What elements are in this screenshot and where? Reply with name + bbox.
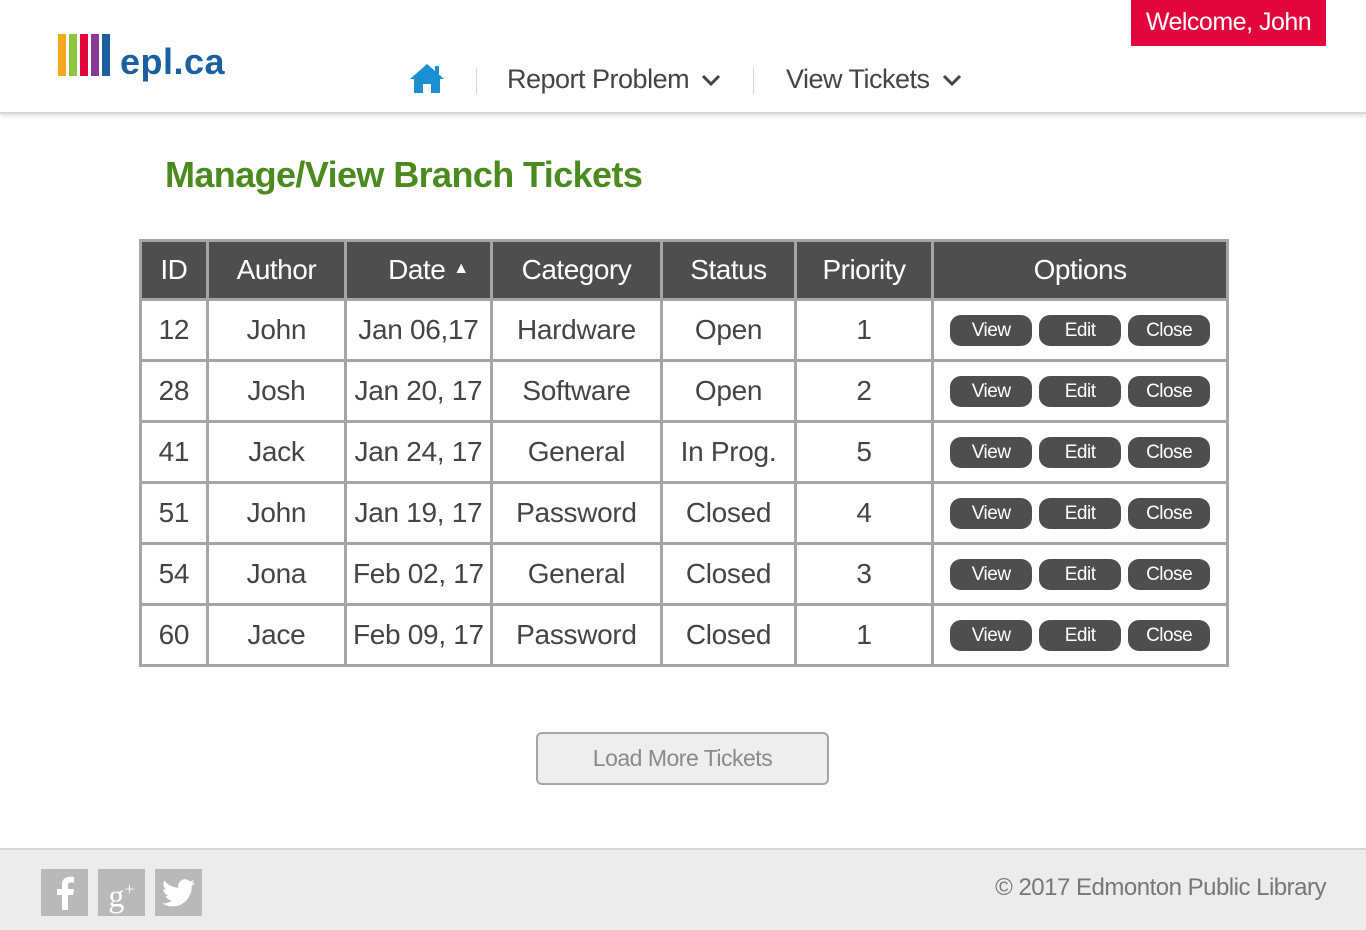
cell-status: Open bbox=[660, 359, 797, 423]
cell-options: View Edit Close bbox=[931, 603, 1229, 667]
cell-date: Feb 09, 17 bbox=[344, 603, 493, 667]
close-ticket-button[interactable]: Close bbox=[1128, 436, 1211, 468]
cell-status: Open bbox=[660, 298, 797, 362]
cell-options: View Edit Close bbox=[931, 420, 1229, 484]
cell-id: 12 bbox=[139, 298, 209, 362]
cell-id: 28 bbox=[139, 359, 209, 423]
cell-date: Jan 20, 17 bbox=[344, 359, 493, 423]
google-plus-icon[interactable]: g+ bbox=[98, 869, 145, 916]
table-row: 60 Jace Feb 09, 17 Password Closed 1 View Edit C… bbox=[139, 603, 1229, 667]
close-ticket-button[interactable]: Close bbox=[1128, 558, 1211, 590]
cell-priority: 2 bbox=[793, 359, 935, 423]
column-header-category[interactable]: Category bbox=[489, 239, 664, 301]
view-ticket-button[interactable]: View bbox=[950, 619, 1033, 651]
site-footer: g+ © 2017 Edmonton Public Library bbox=[0, 848, 1366, 930]
chevron-down-icon bbox=[942, 74, 961, 86]
column-header-id[interactable]: ID bbox=[139, 239, 209, 301]
nav-divider bbox=[753, 68, 754, 94]
edit-ticket-button[interactable]: Edit bbox=[1039, 619, 1122, 651]
close-ticket-button[interactable]: Close bbox=[1128, 375, 1211, 407]
edit-ticket-button[interactable]: Edit bbox=[1039, 497, 1122, 529]
cell-id: 54 bbox=[139, 542, 209, 606]
cell-category: Password bbox=[489, 481, 664, 545]
cell-date: Feb 02, 17 bbox=[344, 542, 493, 606]
page-title: Manage/View Branch Tickets bbox=[165, 154, 643, 195]
cell-author: Jace bbox=[205, 603, 348, 667]
column-header-author[interactable]: Author bbox=[205, 239, 348, 301]
date-header-label: Date bbox=[388, 254, 446, 285]
view-ticket-button[interactable]: View bbox=[950, 436, 1033, 468]
cell-category: Password bbox=[489, 603, 664, 667]
cell-priority: 3 bbox=[793, 542, 935, 606]
cell-status: Closed bbox=[660, 603, 797, 667]
close-ticket-button[interactable]: Close bbox=[1128, 497, 1211, 529]
view-ticket-button[interactable]: View bbox=[950, 375, 1033, 407]
cell-author: Jack bbox=[205, 420, 348, 484]
cell-status: Closed bbox=[660, 542, 797, 606]
home-icon[interactable] bbox=[408, 62, 446, 94]
load-more-tickets-button[interactable]: Load More Tickets bbox=[536, 732, 829, 785]
cell-category: Hardware bbox=[489, 298, 664, 362]
column-header-options: Options bbox=[931, 239, 1229, 301]
cell-options: View Edit Close bbox=[931, 298, 1229, 362]
cell-priority: 1 bbox=[793, 298, 935, 362]
cell-date: Jan 19, 17 bbox=[344, 481, 493, 545]
column-header-priority[interactable]: Priority bbox=[793, 239, 935, 301]
edit-ticket-button[interactable]: Edit bbox=[1039, 436, 1122, 468]
sort-ascending-icon: ▲ bbox=[453, 260, 469, 277]
view-ticket-button[interactable]: View bbox=[950, 314, 1033, 346]
cell-date: Jan 06,17 bbox=[344, 298, 493, 362]
chevron-down-icon bbox=[702, 74, 721, 86]
cell-options: View Edit Close bbox=[931, 481, 1229, 545]
cell-priority: 1 bbox=[793, 603, 935, 667]
table-header-row: ID Author Date ▲ Category Status Priority… bbox=[139, 239, 1229, 301]
cell-options: View Edit Close bbox=[931, 542, 1229, 606]
facebook-icon[interactable] bbox=[41, 869, 88, 916]
welcome-user-badge[interactable]: Welcome, John bbox=[1131, 0, 1326, 46]
site-header: epl.ca Welcome, John Report Problem View… bbox=[0, 0, 1366, 114]
cell-category: General bbox=[489, 542, 664, 606]
view-tickets-label: View Tickets bbox=[786, 64, 930, 94]
table-row: 28 Josh Jan 20, 17 Software Open 2 View Edit Clo… bbox=[139, 359, 1229, 423]
cell-category: Software bbox=[489, 359, 664, 423]
close-ticket-button[interactable]: Close bbox=[1128, 619, 1211, 651]
cell-author: John bbox=[205, 298, 348, 362]
cell-priority: 5 bbox=[793, 420, 935, 484]
table-row: 51 John Jan 19, 17 Password Closed 4 View Edit C… bbox=[139, 481, 1229, 545]
column-header-date[interactable]: Date ▲ bbox=[344, 239, 493, 301]
cell-author: Josh bbox=[205, 359, 348, 423]
table-row: 12 John Jan 06,17 Hardware Open 1 View Edit Clos… bbox=[139, 298, 1229, 362]
column-header-status[interactable]: Status bbox=[660, 239, 797, 301]
cell-date: Jan 24, 17 bbox=[344, 420, 493, 484]
cell-status: Closed bbox=[660, 481, 797, 545]
view-ticket-button[interactable]: View bbox=[950, 497, 1033, 529]
twitter-icon[interactable] bbox=[155, 869, 202, 916]
cell-id: 51 bbox=[139, 481, 209, 545]
report-problem-menu[interactable]: Report Problem bbox=[507, 64, 721, 95]
report-problem-label: Report Problem bbox=[507, 64, 690, 94]
nav-divider bbox=[476, 68, 477, 94]
copyright-text: © 2017 Edmonton Public Library bbox=[995, 874, 1326, 901]
table-row: 41 Jack Jan 24, 17 General In Prog. 5 View Edit… bbox=[139, 420, 1229, 484]
cell-priority: 4 bbox=[793, 481, 935, 545]
cell-options: View Edit Close bbox=[931, 359, 1229, 423]
cell-author: Jona bbox=[205, 542, 348, 606]
main-nav: Report Problem View Tickets bbox=[0, 60, 1366, 102]
cell-id: 60 bbox=[139, 603, 209, 667]
edit-ticket-button[interactable]: Edit bbox=[1039, 314, 1122, 346]
cell-author: John bbox=[205, 481, 348, 545]
table-row: 54 Jona Feb 02, 17 General Closed 3 View Edit Cl… bbox=[139, 542, 1229, 606]
tickets-table: ID Author Date ▲ Category Status Priority… bbox=[139, 239, 1229, 667]
view-tickets-menu[interactable]: View Tickets bbox=[786, 64, 962, 95]
view-ticket-button[interactable]: View bbox=[950, 558, 1033, 590]
edit-ticket-button[interactable]: Edit bbox=[1039, 375, 1122, 407]
close-ticket-button[interactable]: Close bbox=[1128, 314, 1211, 346]
cell-id: 41 bbox=[139, 420, 209, 484]
cell-status: In Prog. bbox=[660, 420, 797, 484]
cell-category: General bbox=[489, 420, 664, 484]
edit-ticket-button[interactable]: Edit bbox=[1039, 558, 1122, 590]
